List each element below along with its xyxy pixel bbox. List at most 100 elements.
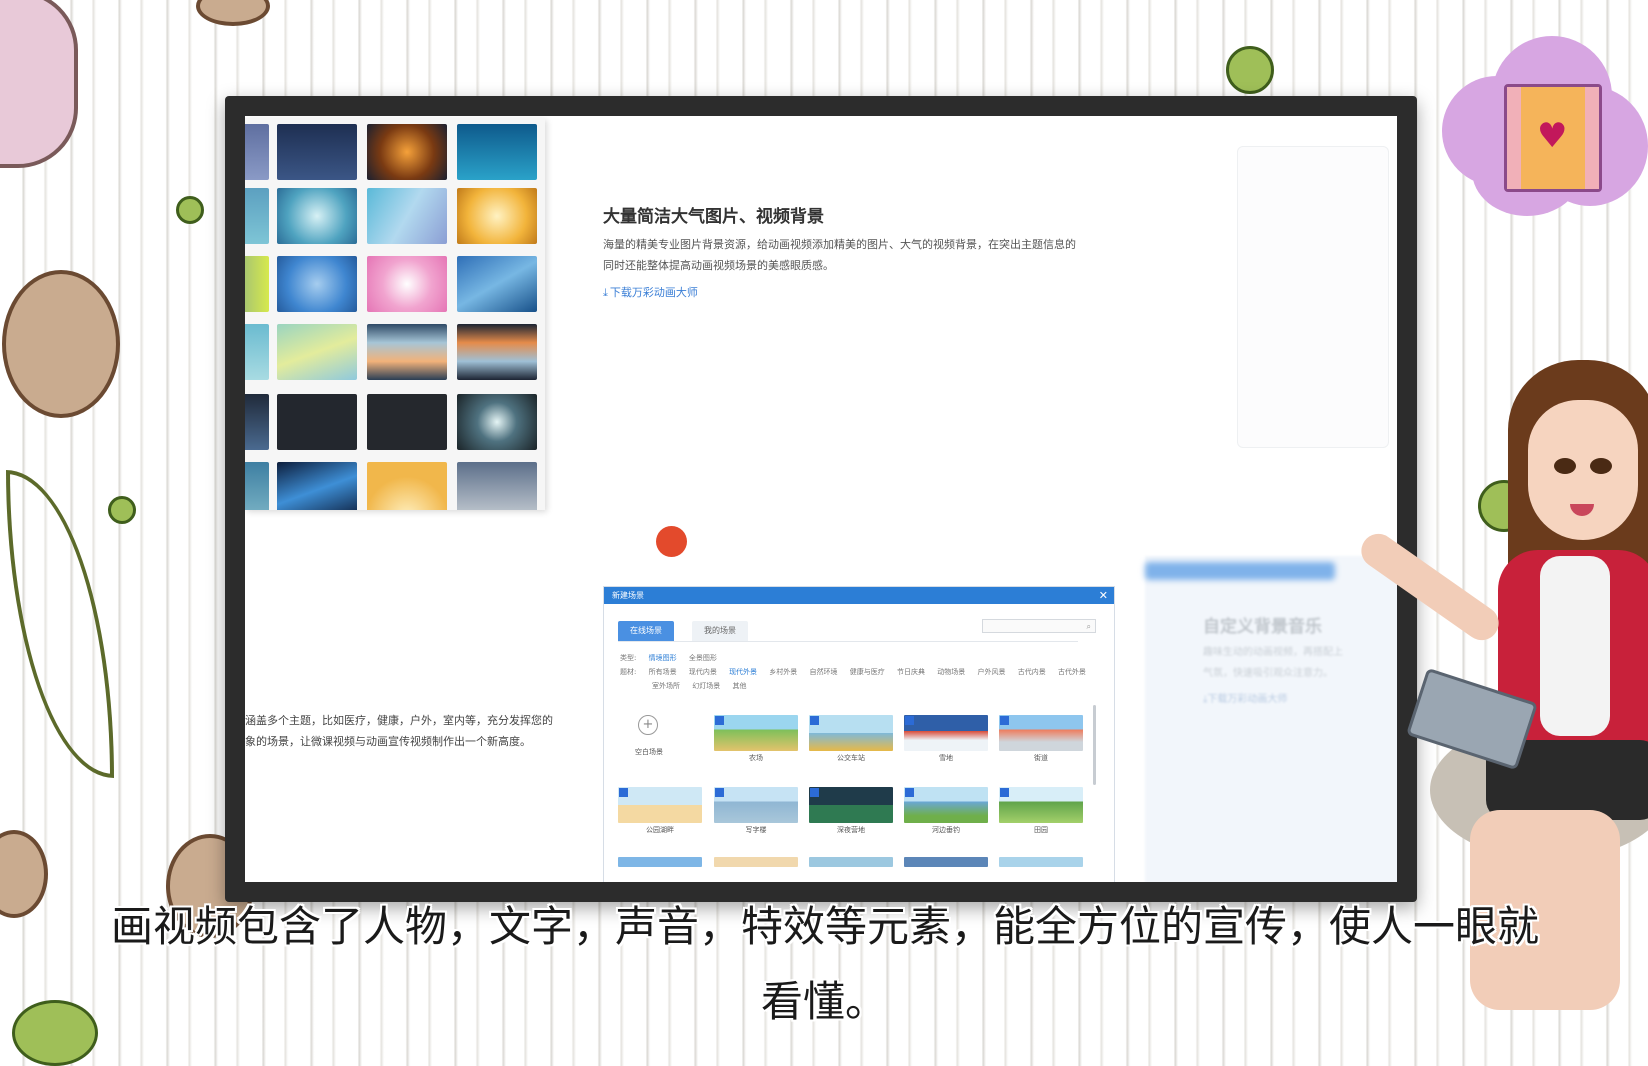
scene-label: 街道	[1034, 754, 1048, 762]
scene-label: 写字楼	[745, 826, 767, 834]
filter-row-theme: 题材: 所有场景 现代内景 现代外景 乡村外景 自然环境 健康与医疗 节日庆典 …	[620, 667, 1096, 677]
add-blank-scene-button[interactable]: +	[638, 715, 658, 735]
filter-option[interactable]: 节日庆典	[897, 668, 925, 676]
filter-option[interactable]: 古代外景	[1058, 668, 1086, 676]
thumbnail[interactable]	[277, 124, 357, 180]
cursor-highlight-dot	[656, 526, 687, 557]
face	[1528, 400, 1638, 540]
thumbnail[interactable]	[457, 256, 537, 312]
scene-thumbnail[interactable]	[618, 787, 702, 823]
thumbnail[interactable]	[367, 462, 447, 510]
dialog-scrollbar[interactable]	[1093, 705, 1096, 785]
download-link[interactable]: ⤓ 下载万彩动画大师	[603, 284, 698, 300]
thumbnail[interactable]	[457, 394, 537, 450]
thumbnail[interactable]	[277, 324, 357, 380]
thumbnail[interactable]	[245, 124, 269, 180]
scene-thumbnail[interactable]	[714, 787, 798, 823]
filter-option[interactable]: 动物场景	[937, 668, 965, 676]
scene-label: 深夜营地	[837, 826, 865, 834]
filter-option[interactable]: 幻灯场景	[692, 682, 720, 690]
thumbnail[interactable]	[457, 124, 537, 180]
filter-row-type: 类型: 情境图形 全景图形	[620, 653, 727, 663]
scene-description: 涵盖多个主题，比如医疗，健康，户外，室内等，充分发挥您的 象的场景，让微课视频与…	[245, 710, 575, 752]
blurred-titlebar	[1145, 562, 1335, 580]
thumbnail[interactable]	[245, 324, 269, 380]
filter-option[interactable]: 现代外景	[729, 668, 757, 676]
subtitle-line: 画视频包含了人物，文字，声音，特效等元素，能全方位的宣传，使人一眼就	[110, 902, 1539, 951]
thumbnail[interactable]	[457, 324, 537, 380]
download-icon: ⤓	[603, 286, 608, 299]
filter-option[interactable]: 其他	[732, 682, 746, 690]
subtitle-line: 看懂。	[760, 977, 887, 1026]
scene-thumbnail[interactable]	[904, 787, 988, 823]
tab-online-scenes[interactable]: 在线场景	[618, 621, 674, 641]
thumbnail[interactable]	[245, 188, 269, 244]
right-feature-description-line: 趣味生动的动画视频，再搭配上	[1203, 647, 1343, 658]
thumbnail[interactable]	[367, 188, 447, 244]
new-scene-dialog: 新建场景 ✕ 在线场景 我的场景 ⌕ 类型: 情境图形 全景图形 题材: 所有场…	[603, 586, 1115, 882]
thumbnail[interactable]	[367, 256, 447, 312]
filter-option[interactable]: 情境图形	[649, 654, 677, 662]
filter-option[interactable]: 户外风景	[977, 668, 1005, 676]
right-download-link-label: 下载万彩动画大师	[1207, 694, 1288, 705]
filter-option[interactable]: 古代内景	[1018, 668, 1046, 676]
thumbnail[interactable]	[277, 394, 357, 450]
scene-label: 公园湖畔	[646, 826, 674, 834]
thumbnail[interactable]	[245, 394, 269, 450]
scene-label: 农场	[749, 754, 763, 762]
right-feature-description: 趣味生动的动画视频，再搭配上 气氛，快速吸引观众注意力。	[1203, 642, 1393, 684]
thumbnail[interactable]	[457, 462, 537, 510]
background-thumbnail-grid	[245, 118, 545, 510]
close-icon[interactable]: ✕	[1099, 587, 1108, 604]
filter-option[interactable]: 所有场景	[649, 668, 677, 676]
pea-decoration	[1226, 46, 1274, 94]
filter-option[interactable]: 乡村外景	[769, 668, 797, 676]
scene-thumbnail[interactable]	[809, 857, 893, 867]
thumbnail[interactable]	[277, 256, 357, 312]
filter-option[interactable]: 全景图形	[689, 654, 717, 662]
right-feature-description-line: 气氛，快速吸引观众注意力。	[1203, 668, 1333, 679]
feature-title: 大量简洁大气图片、视频背景	[603, 207, 824, 227]
feature-description-line: 同时还能整体提高动画视频场景的美感眼质感。	[603, 259, 834, 272]
scene-thumbnail[interactable]	[714, 857, 798, 867]
thumbnail[interactable]	[367, 394, 447, 450]
filter-option[interactable]: 现代内景	[689, 668, 717, 676]
scene-label: 雪地	[939, 754, 953, 762]
thumbnail[interactable]	[245, 256, 269, 312]
scene-thumbnail[interactable]	[999, 715, 1083, 751]
scene-thumbnail[interactable]	[618, 857, 702, 867]
blurred-content-box	[1237, 146, 1389, 448]
thumbnail[interactable]	[277, 462, 357, 510]
scene-label: 公交车站	[837, 754, 865, 762]
filter-label: 类型:	[620, 654, 637, 662]
search-icon: ⌕	[1086, 622, 1091, 631]
scene-thumbnail[interactable]	[809, 715, 893, 751]
bean-decoration	[2, 270, 120, 418]
screen-content: 大量简洁大气图片、视频背景 海量的精美专业图片背景资源，给动画视频添加精美的图片…	[245, 116, 1397, 882]
filter-option[interactable]: 自然环境	[810, 668, 838, 676]
search-input[interactable]: ⌕	[982, 619, 1096, 633]
thumbnail[interactable]	[245, 462, 269, 510]
bean-decoration	[196, 0, 270, 26]
filter-option[interactable]: 室外场所	[652, 682, 680, 690]
scene-thumbnail[interactable]	[999, 857, 1083, 867]
mushroom-decoration	[0, 0, 78, 168]
pea-decoration	[176, 196, 204, 224]
tab-my-scenes[interactable]: 我的场景	[692, 621, 748, 641]
feature-description: 海量的精美专业图片背景资源，给动画视频添加精美的图片、大气的视频背景，在突出主题…	[603, 234, 1118, 276]
filter-row-theme-more: 室外场所 幻灯场景 其他	[652, 681, 756, 691]
scene-thumbnail[interactable]	[904, 715, 988, 751]
right-feature-panel: 自定义背景音乐 趣味生动的动画视频，再搭配上 气氛，快速吸引观众注意力。 ⤓下载…	[1145, 556, 1397, 882]
scene-thumbnail[interactable]	[714, 715, 798, 751]
scene-thumbnail[interactable]	[809, 787, 893, 823]
thumbnail[interactable]	[277, 188, 357, 244]
leaf-decoration	[6, 470, 114, 778]
scene-thumbnail[interactable]	[904, 857, 988, 867]
scene-thumbnail[interactable]	[999, 787, 1083, 823]
thumbnail[interactable]	[457, 188, 537, 244]
right-download-link[interactable]: ⤓下载万彩动画大师	[1203, 690, 1287, 705]
dialog-title: 新建场景	[612, 591, 644, 600]
filter-option[interactable]: 健康与医疗	[850, 668, 885, 676]
thumbnail[interactable]	[367, 324, 447, 380]
thumbnail[interactable]	[367, 124, 447, 180]
